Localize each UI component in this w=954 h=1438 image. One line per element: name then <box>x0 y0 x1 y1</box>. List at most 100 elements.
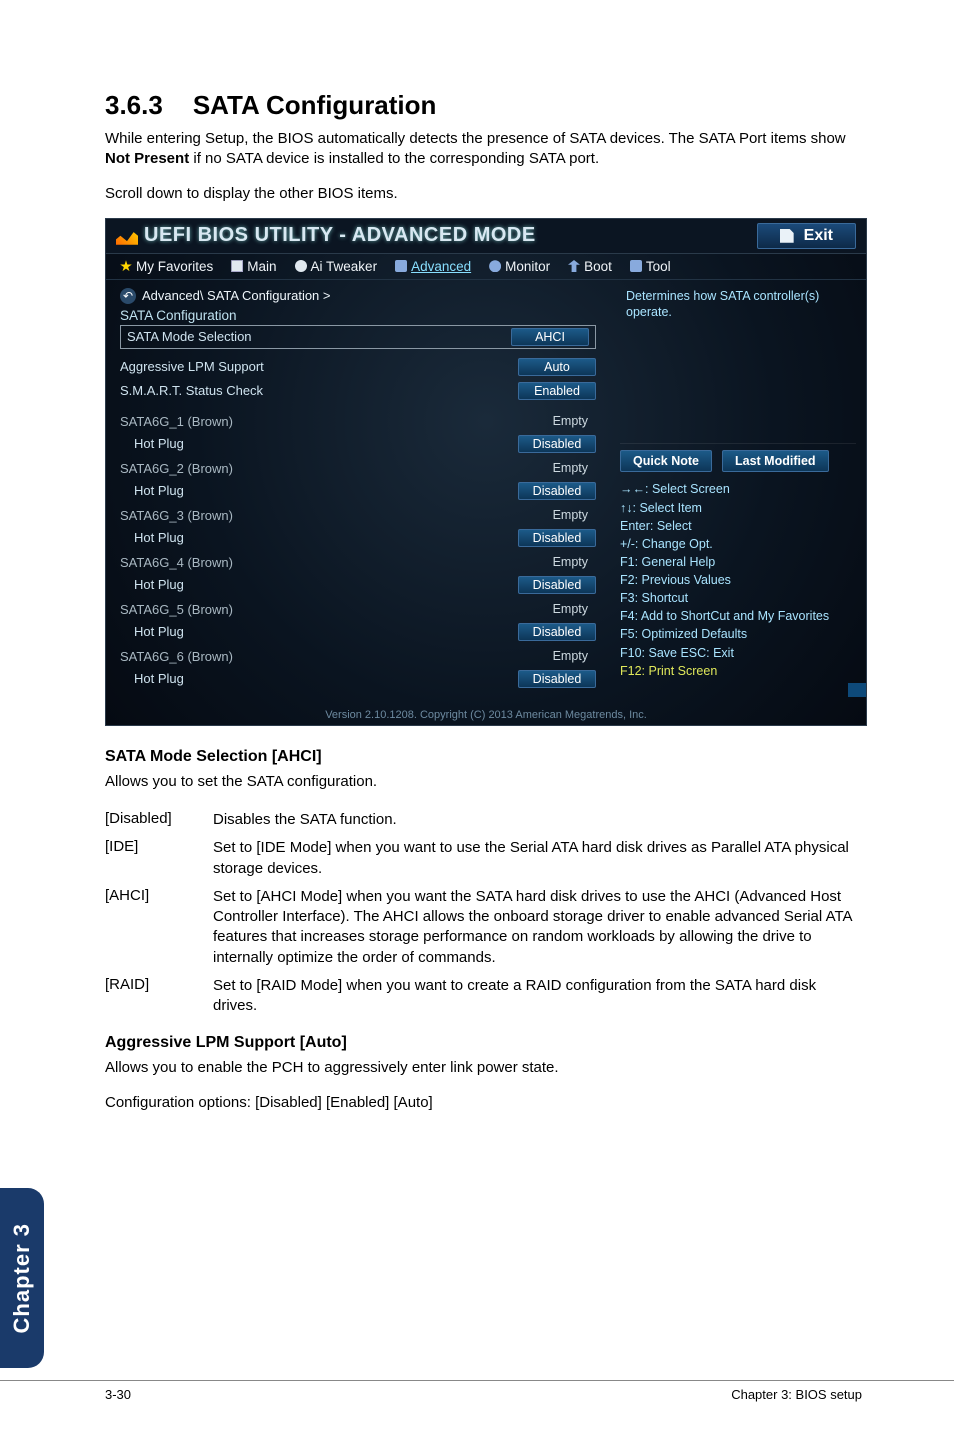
intro-not-present: Not Present <box>105 150 189 167</box>
hotplug-label: Hot Plug <box>134 671 184 686</box>
tab-boot-label: Boot <box>584 259 612 274</box>
key-general-help: F1: General Help <box>620 553 856 571</box>
tab-advanced-label: Advanced <box>411 259 471 274</box>
tool-icon <box>630 260 642 272</box>
port-row[interactable]: SATA6G_4 (Brown) Empty <box>120 552 596 573</box>
port-state: Empty <box>553 555 588 569</box>
option-term: [IDE] <box>105 834 213 883</box>
row-aggressive-lpm[interactable]: Aggressive LPM Support Auto <box>120 355 596 379</box>
option-desc: Disables the SATA function. <box>213 806 864 834</box>
tab-main[interactable]: Main <box>231 259 276 274</box>
bios-screenshot: UEFI BIOS UTILITY - ADVANCED MODE Exit M… <box>105 218 867 726</box>
smart-label: S.M.A.R.T. Status Check <box>120 383 263 398</box>
tab-monitor-label: Monitor <box>505 259 550 274</box>
row-sata-mode-selection[interactable]: SATA Mode Selection AHCI <box>120 325 596 349</box>
port-row[interactable]: SATA6G_5 (Brown)Empty <box>120 599 596 620</box>
monitor-icon <box>489 260 501 272</box>
hotplug-value[interactable]: Disabled <box>518 670 596 688</box>
exit-icon <box>780 229 794 243</box>
port-row[interactable]: SATA6G_3 (Brown)Empty <box>120 505 596 526</box>
lpm-p1: Allows you to enable the PCH to aggressi… <box>105 1058 864 1078</box>
list-icon <box>231 260 243 272</box>
port-name: SATA6G_4 (Brown) <box>120 555 233 570</box>
bios-titlebar: UEFI BIOS UTILITY - ADVANCED MODE Exit <box>106 219 866 254</box>
uefi-logo-icon <box>116 227 138 245</box>
port-state: Empty <box>553 649 588 663</box>
port-name: SATA6G_2 (Brown) <box>120 461 233 476</box>
tab-my-favorites[interactable]: My Favorites <box>120 259 213 274</box>
scroll-indicator-icon[interactable] <box>848 683 866 697</box>
chapter-tab: Chapter 3 <box>0 1188 44 1368</box>
advanced-icon <box>395 260 407 272</box>
port-name: SATA6G_5 (Brown) <box>120 602 233 617</box>
port-hotplug-row[interactable]: Hot Plug Disabled <box>120 526 596 550</box>
port-hotplug-row[interactable]: Hot Plug Disabled <box>120 573 596 597</box>
key-previous-values: F2: Previous Values <box>620 571 856 589</box>
port-row[interactable]: SATA6G_1 (Brown)Empty <box>120 411 596 432</box>
intro-paragraph-1: While entering Setup, the BIOS automatic… <box>105 129 864 170</box>
bios-left-pane: ↶ Advanced\ SATA Configuration > SATA Co… <box>106 286 606 680</box>
port-row[interactable]: SATA6G_6 (Brown)Empty <box>120 646 596 667</box>
hotplug-value[interactable]: Disabled <box>518 623 596 641</box>
sata-mode-options: [Disabled]Disables the SATA function.[ID… <box>105 806 864 1020</box>
option-desc: Set to [RAID Mode] when you want to crea… <box>213 972 864 1021</box>
hotplug-value[interactable]: Disabled <box>518 482 596 500</box>
tab-fav-label: My Favorites <box>136 259 213 274</box>
key-enter: Enter: Select <box>620 517 856 535</box>
page-footer: 3-30 Chapter 3: BIOS setup <box>0 1380 954 1402</box>
bios-title-text: UEFI BIOS UTILITY - ADVANCED MODE <box>144 224 536 247</box>
port-hotplug-row[interactable]: Hot Plug Disabled <box>120 479 596 503</box>
intro-p1a: While entering Setup, the BIOS automatic… <box>105 130 846 147</box>
key-optimized-defaults: F5: Optimized Defaults <box>620 625 856 643</box>
hotplug-value[interactable]: Disabled <box>518 529 596 547</box>
hotplug-label: Hot Plug <box>134 436 184 451</box>
last-modified-button[interactable]: Last Modified <box>722 450 829 472</box>
page-number: 3-30 <box>105 1387 131 1402</box>
bios-help-text: Determines how SATA controller(s) operat… <box>620 286 856 444</box>
tab-tweaker-label: Ai Tweaker <box>311 259 378 274</box>
lpm-value[interactable]: Auto <box>518 358 596 376</box>
lpm-heading: Aggressive LPM Support [Auto] <box>105 1034 864 1052</box>
quick-note-button[interactable]: Quick Note <box>620 450 712 472</box>
exit-button[interactable]: Exit <box>757 223 856 249</box>
option-term: [Disabled] <box>105 806 213 834</box>
section-title-text: SATA Configuration <box>193 90 437 120</box>
breadcrumb[interactable]: ↶ Advanced\ SATA Configuration > <box>120 288 596 304</box>
lpm-p2: Configuration options: [Disabled] [Enabl… <box>105 1093 864 1113</box>
bios-version-footer: Version 2.10.1208. Copyright (C) 2013 Am… <box>106 709 866 721</box>
hotplug-label: Hot Plug <box>134 530 184 545</box>
option-term: [AHCI] <box>105 883 213 972</box>
tab-monitor[interactable]: Monitor <box>489 259 550 274</box>
smart-value[interactable]: Enabled <box>518 382 596 400</box>
port-hotplug-row[interactable]: Hot PlugDisabled <box>120 620 596 644</box>
bios-tabs: My Favorites Main Ai Tweaker Advanced Mo… <box>106 254 866 280</box>
row-smart-status[interactable]: S.M.A.R.T. Status Check Enabled <box>120 379 596 403</box>
hotplug-label: Hot Plug <box>134 483 184 498</box>
option-desc: Set to [AHCI Mode] when you want the SAT… <box>213 883 864 972</box>
bios-keys-help: →←: Select Screen ↑↓: Select Item Enter:… <box>620 480 856 679</box>
tab-advanced[interactable]: Advanced <box>395 259 471 274</box>
tab-main-label: Main <box>247 259 276 274</box>
port-row[interactable]: SATA6G_2 (Brown)Empty <box>120 458 596 479</box>
port-name: SATA6G_1 (Brown) <box>120 414 233 429</box>
back-icon[interactable]: ↶ <box>120 288 136 304</box>
chapter-caption: Chapter 3: BIOS setup <box>731 1387 862 1402</box>
hotplug-value[interactable]: Disabled <box>518 576 596 594</box>
key-select-screen: →←: Select Screen <box>620 480 856 498</box>
sata-mode-value[interactable]: AHCI <box>511 328 589 346</box>
boot-icon <box>568 260 580 272</box>
section-number: 3.6.3 <box>105 90 163 120</box>
key-select-item: ↑↓: Select Item <box>620 499 856 517</box>
tab-ai-tweaker[interactable]: Ai Tweaker <box>295 259 378 274</box>
key-change-opt: +/-: Change Opt. <box>620 535 856 553</box>
tab-boot[interactable]: Boot <box>568 259 612 274</box>
hotplug-label: Hot Plug <box>134 577 184 592</box>
key-add-shortcut: F4: Add to ShortCut and My Favorites <box>620 607 856 625</box>
port-hotplug-row[interactable]: Hot Plug Disabled <box>120 432 596 456</box>
lpm-label: Aggressive LPM Support <box>120 359 264 374</box>
hotplug-value[interactable]: Disabled <box>518 435 596 453</box>
key-save-exit: F10: Save ESC: Exit <box>620 644 856 662</box>
tab-tool[interactable]: Tool <box>630 259 671 274</box>
port-hotplug-row[interactable]: Hot Plug Disabled <box>120 667 596 691</box>
bios-panel-title: SATA Configuration <box>120 308 596 323</box>
